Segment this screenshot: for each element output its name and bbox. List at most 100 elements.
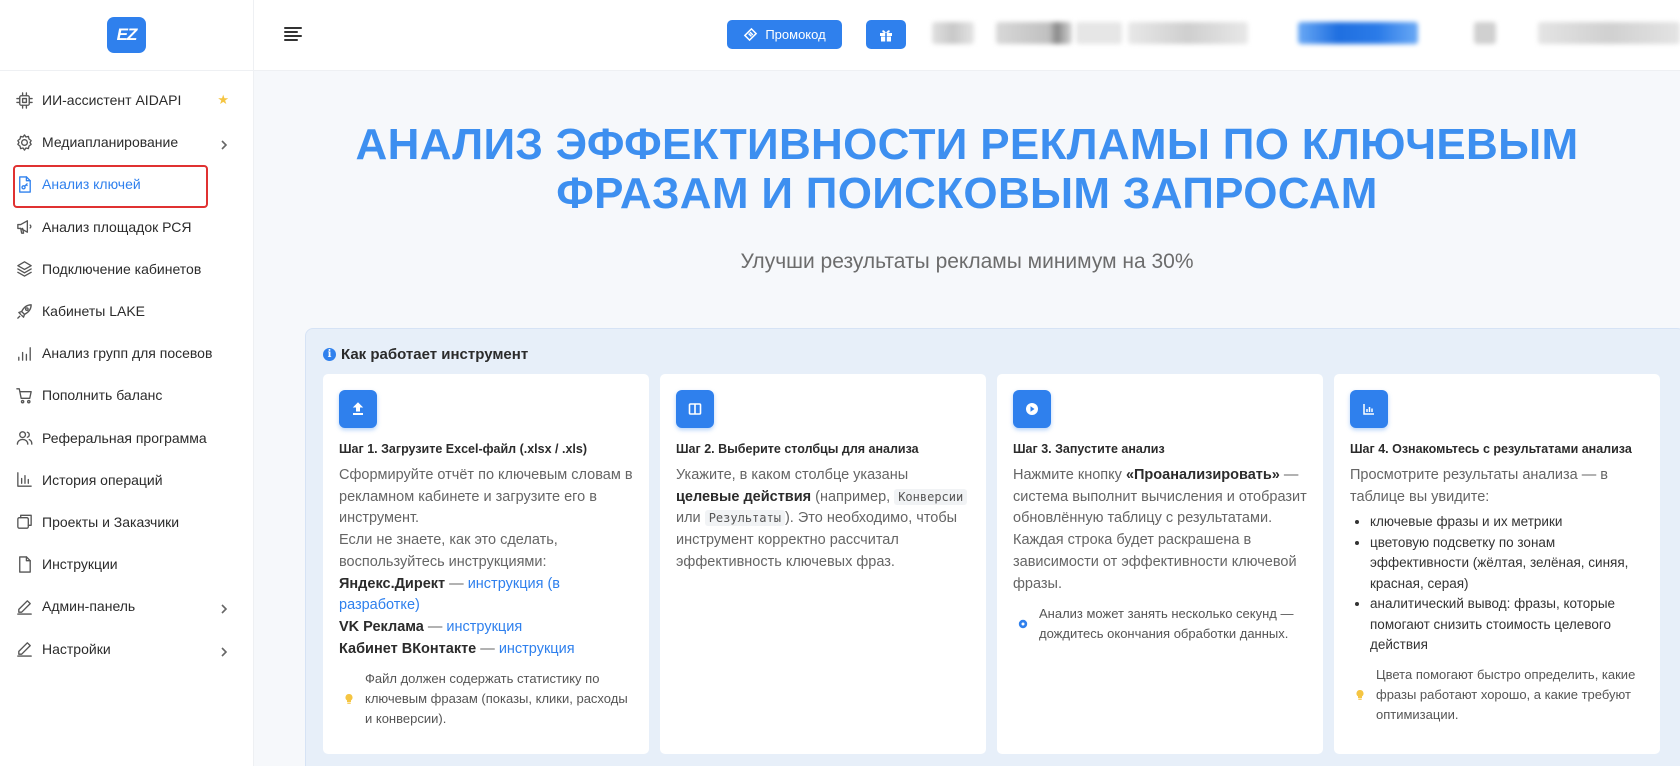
sidebar-item-key-analysis[interactable]: Анализ ключей bbox=[0, 163, 253, 209]
step-text-part: — система выполнит вычисления и отобрази… bbox=[1013, 467, 1307, 592]
step-text-part: (например, bbox=[815, 488, 891, 505]
sidebar-item-admin[interactable]: Админ-панель bbox=[0, 585, 253, 627]
sidebar-item-ai-assistant[interactable]: ИИ-ассистент AIDAPI ★ bbox=[0, 79, 253, 121]
sidebar-item-label: Подключение кабинетов bbox=[42, 260, 202, 277]
page-title: АНАЛИЗ ЭФФЕКТИВНОСТИ РЕКЛАМЫ ПО КЛЮЧЕВЫМ… bbox=[254, 120, 1680, 218]
step-note: Анализ может занять несколько секунд — д… bbox=[1013, 604, 1307, 644]
sidebar-item-settings[interactable]: Настройки bbox=[0, 627, 253, 669]
vk-instruction-link[interactable]: инструкция bbox=[446, 619, 522, 635]
cart-icon bbox=[14, 385, 34, 405]
vkontakte-instruction-link[interactable]: инструкция bbox=[499, 641, 575, 657]
sidebar-item-lake[interactable]: Кабинеты LAKE bbox=[0, 290, 253, 332]
layers-icon bbox=[14, 259, 34, 279]
sidebar-item-projects[interactable]: Проекты и Заказчики bbox=[0, 501, 253, 543]
sidebar-item-referral[interactable]: Реферальная программа bbox=[0, 417, 253, 459]
separator: — bbox=[423, 618, 447, 635]
app-logo[interactable]: EZ bbox=[107, 17, 146, 53]
redacted-info bbox=[1128, 22, 1248, 44]
chevron-right-icon bbox=[219, 644, 229, 657]
step-note: Файл должен содержать статистику по ключ… bbox=[339, 669, 633, 729]
sidebar-item-label: Кабинеты LAKE bbox=[42, 303, 145, 320]
vk-label: VK Реклама bbox=[339, 618, 424, 635]
step-note: Цвета помогают быстро определить, какие … bbox=[1350, 665, 1644, 725]
how-it-works-title-text: Как работает инструмент bbox=[341, 346, 529, 363]
step-note-text: Файл должен содержать статистику по ключ… bbox=[365, 671, 628, 727]
boxes-icon bbox=[14, 512, 34, 532]
logo-area: EZ bbox=[0, 0, 253, 71]
code-results: Результаты bbox=[704, 510, 785, 527]
sidebar: EZ ИИ-ассистент AIDAPI ★ Медиапланирован… bbox=[0, 0, 254, 766]
sidebar-item-label: Проекты и Заказчики bbox=[42, 513, 180, 530]
separator: — bbox=[445, 575, 468, 592]
step-text: Просмотрите результаты анализа — в табли… bbox=[1350, 467, 1608, 505]
sidebar-item-cabinets-connect[interactable]: Подключение кабинетов bbox=[0, 248, 253, 290]
redacted-info bbox=[932, 22, 974, 44]
promo-code-button[interactable]: Промокод bbox=[727, 20, 842, 49]
gift-icon bbox=[880, 29, 892, 41]
gear-icon bbox=[1013, 618, 1033, 630]
bar-chart-icon bbox=[1350, 390, 1388, 428]
gift-button[interactable] bbox=[866, 20, 906, 49]
step-text-bold: целевые действия bbox=[676, 488, 812, 505]
sidebar-item-label: Настройки bbox=[42, 640, 111, 657]
sidebar-item-label: История операций bbox=[42, 471, 163, 488]
list-item: аналитический вывод: фразы, которые помо… bbox=[1370, 594, 1644, 656]
users-icon bbox=[14, 428, 34, 448]
sidebar-item-instructions[interactable]: Инструкции bbox=[0, 543, 253, 585]
sidebar-nav: ИИ-ассистент AIDAPI ★ Медиапланирование … bbox=[0, 71, 253, 670]
chevron-right-icon bbox=[219, 601, 229, 614]
ticket-icon bbox=[744, 27, 758, 42]
file-icon bbox=[14, 554, 34, 574]
sidebar-item-groups-analysis[interactable]: Анализ групп для посевов bbox=[0, 332, 253, 374]
step-text-part: Нажмите кнопку bbox=[1013, 467, 1122, 483]
redacted-info bbox=[1076, 22, 1122, 44]
list-item: ключевые фразы и их метрики bbox=[1370, 512, 1644, 533]
chart-icon bbox=[14, 470, 34, 490]
sidebar-item-label: Пополнить баланс bbox=[42, 387, 163, 404]
chevron-right-icon bbox=[219, 137, 229, 150]
sidebar-item-history[interactable]: История операций bbox=[0, 459, 253, 501]
how-it-works-panel: i Как работает инструмент Шаг 1. Загрузи… bbox=[305, 328, 1680, 766]
sidebar-item-balance[interactable]: Пополнить баланс bbox=[0, 374, 253, 416]
results-list: ключевые фразы и их метрики цветовую под… bbox=[1350, 512, 1644, 656]
step-card-1: Шаг 1. Загрузите Excel-файл (.xlsx / .xl… bbox=[323, 374, 649, 754]
redacted-button[interactable] bbox=[1298, 22, 1418, 44]
main-content: АНАЛИЗ ЭФФЕКТИВНОСТИ РЕКЛАМЫ ПО КЛЮЧЕВЫМ… bbox=[254, 71, 1680, 766]
bars-icon bbox=[14, 343, 34, 363]
step-title: Шаг 2. Выберите столбцы для анализа bbox=[676, 442, 919, 456]
sidebar-item-label: ИИ-ассистент AIDAPI bbox=[42, 92, 182, 109]
vkontakte-label: Кабинет ВКонтакте bbox=[339, 640, 477, 657]
step-note-text: Анализ может занять несколько секунд — д… bbox=[1039, 606, 1294, 642]
sidebar-item-label: Инструкции bbox=[42, 556, 118, 573]
pen-icon bbox=[14, 596, 34, 616]
sidebar-item-label: Реферальная программа bbox=[42, 429, 207, 446]
step-title: Шаг 4. Ознакомьтесь с результатами анали… bbox=[1350, 442, 1632, 456]
page-title-line-2: ФРАЗАМ И ПОИСКОВЫМ ЗАПРОСАМ bbox=[556, 169, 1378, 218]
sidebar-item-rsya-analysis[interactable]: Анализ площадок РСЯ bbox=[0, 206, 253, 248]
step-card-2: Шаг 2. Выберите столбцы для анализа Укаж… bbox=[660, 374, 986, 754]
menu-toggle-icon[interactable] bbox=[284, 27, 302, 41]
step-text-part: Укажите, в каком столбце указаны bbox=[676, 467, 909, 483]
play-icon bbox=[1013, 390, 1051, 428]
redacted-info bbox=[996, 22, 1072, 44]
step-text: Укажите, в каком столбце указаны целевые… bbox=[676, 465, 970, 574]
lightbulb-icon bbox=[339, 693, 359, 705]
step-text-bold: «Проанализировать» bbox=[1125, 467, 1280, 483]
topbar: Промокод bbox=[254, 0, 1680, 71]
redacted-user[interactable] bbox=[1538, 22, 1680, 44]
page-subtitle: Улучши результаты рекламы минимум на 30% bbox=[740, 250, 1194, 273]
info-icon: i bbox=[323, 348, 336, 361]
rocket-icon bbox=[14, 301, 34, 321]
upload-icon bbox=[339, 390, 377, 428]
chip-icon bbox=[14, 90, 34, 110]
sidebar-item-mediaplanning[interactable]: Медиапланирование bbox=[0, 121, 253, 163]
gear-icon bbox=[14, 132, 34, 152]
pen-icon bbox=[14, 639, 34, 659]
redacted-info bbox=[1474, 22, 1496, 44]
step-text-part: или bbox=[676, 510, 701, 527]
promo-code-label: Промокод bbox=[765, 27, 826, 42]
sidebar-item-label: Админ-панель bbox=[42, 598, 136, 615]
sidebar-item-label: Анализ групп для посевов bbox=[42, 345, 213, 362]
separator: — bbox=[476, 640, 499, 657]
code-conversions: Конверсии bbox=[894, 488, 968, 505]
